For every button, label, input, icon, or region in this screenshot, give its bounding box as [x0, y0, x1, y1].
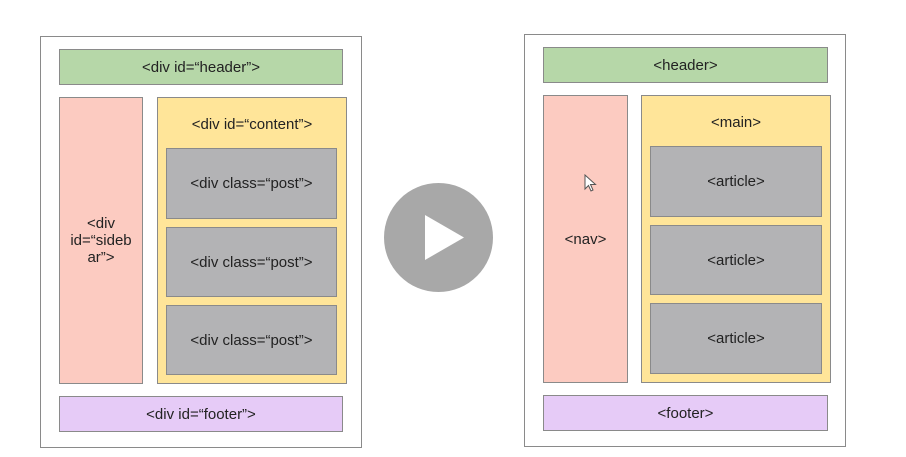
play-icon [425, 215, 464, 260]
left-sidebar-box: <div id=“sideb ar”> [59, 97, 143, 384]
sidebar-label-line: <div [87, 215, 115, 232]
right-header-box: <header> [543, 47, 828, 83]
right-article-box: <article> [650, 303, 822, 374]
right-footer-box: <footer> [543, 395, 828, 431]
sidebar-label-line: id=“sideb [70, 232, 132, 249]
left-footer-box: <div id=“footer”> [59, 396, 343, 432]
left-post-box: <div class=“post”> [166, 305, 337, 375]
right-article-box: <article> [650, 146, 822, 217]
right-article-box: <article> [650, 225, 822, 295]
left-post-box: <div class=“post”> [166, 227, 337, 297]
play-button[interactable] [384, 183, 493, 292]
right-nav-box: <nav> [543, 95, 628, 383]
sidebar-label-line: ar”> [87, 249, 115, 266]
left-post-box: <div class=“post”> [166, 148, 337, 219]
mouse-cursor-icon [584, 174, 597, 192]
left-header-box: <div id=“header”> [59, 49, 343, 85]
